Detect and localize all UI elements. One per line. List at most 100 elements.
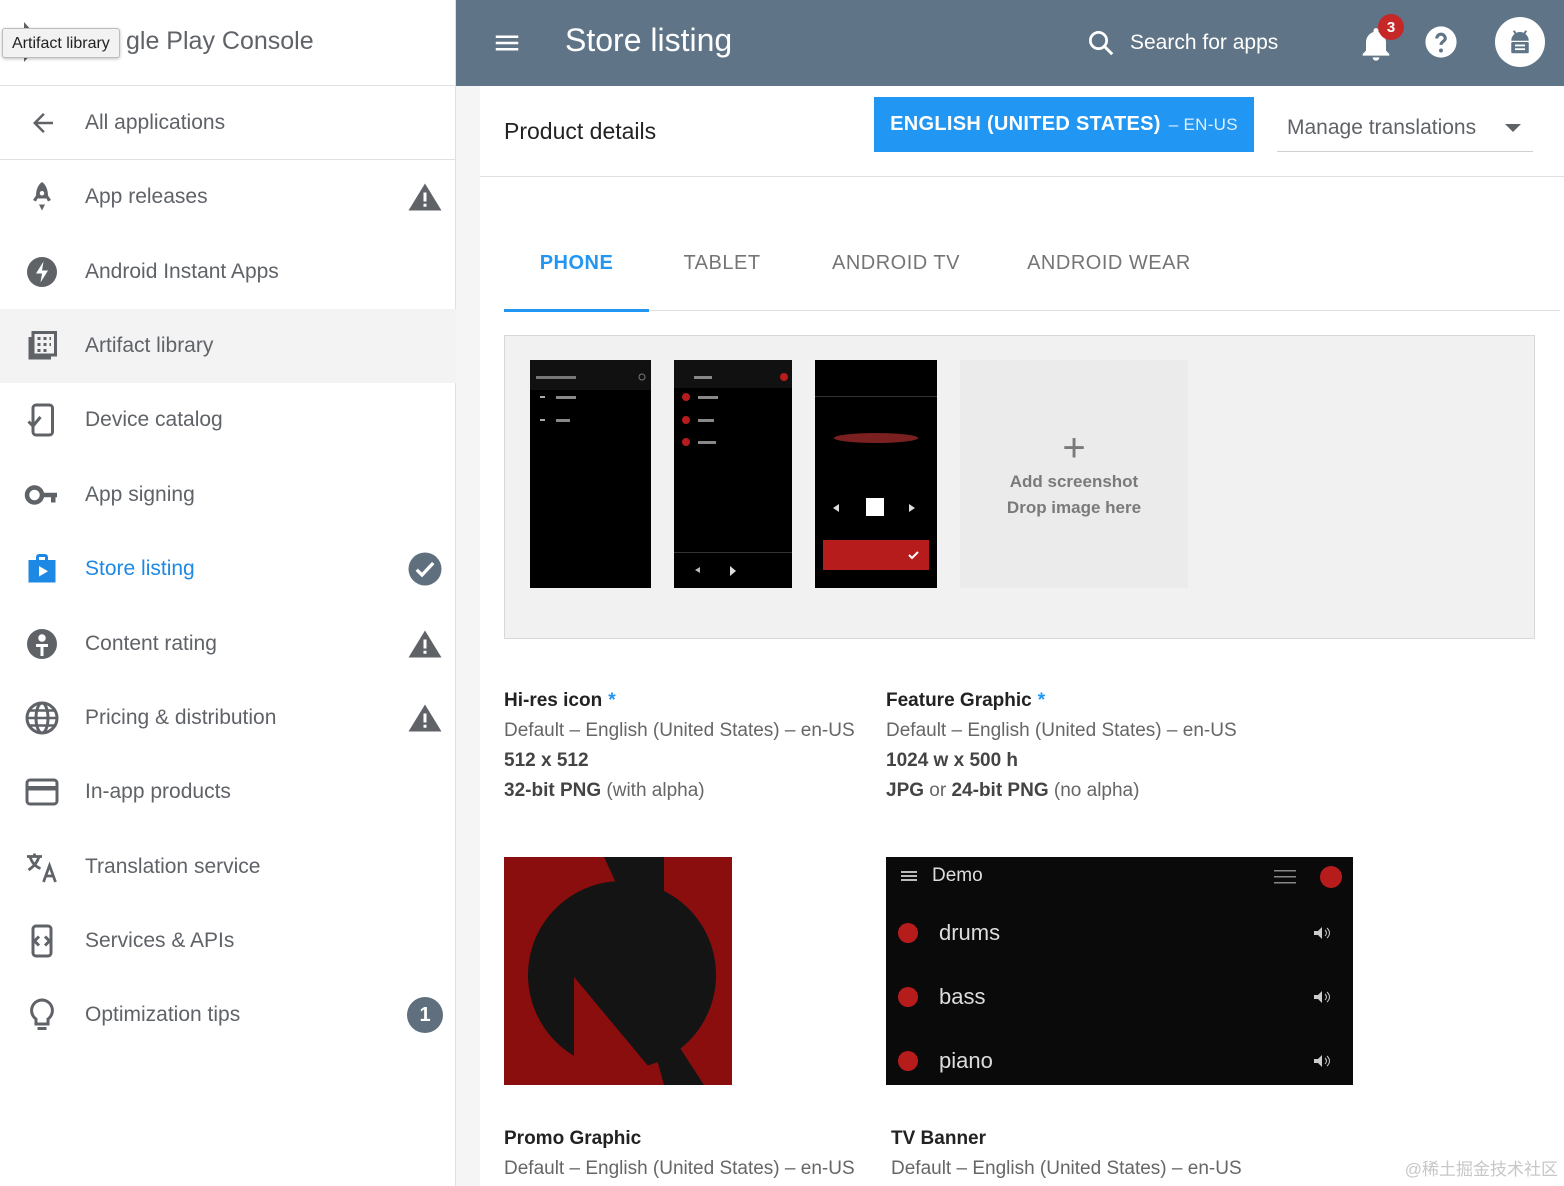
search-icon [1089, 31, 1114, 56]
store-icon [28, 554, 56, 583]
tv-banner-info: TV Banner Default – English (United Stat… [891, 1128, 1242, 1180]
sidebar-item-services-apis[interactable]: Services & APIs [0, 904, 456, 978]
sidebar-item-label: Android Instant Apps [85, 259, 279, 283]
api-icon [31, 924, 53, 958]
sidebar-item-artifact-library[interactable]: Artifact library [0, 308, 456, 384]
device-tabs: PHONE TABLET ANDROID TV ANDROID WEAR [504, 216, 1560, 312]
screenshot-thumbnail[interactable] [530, 360, 651, 588]
feature-app-title: Demo [932, 865, 983, 886]
all-applications-link[interactable]: All applications [0, 86, 456, 160]
menu-icon[interactable] [492, 28, 522, 58]
screenshot-thumbnail[interactable] [815, 360, 937, 588]
hires-icon-info: Hi-res icon * Default – English (United S… [504, 690, 855, 802]
android-icon [1511, 30, 1529, 54]
feature-graphic-title: Feature Graphic * [886, 690, 1046, 711]
list-item: piano [886, 1041, 1353, 1081]
menu-icon [901, 871, 917, 881]
sidebar-item-label: Store listing [85, 557, 195, 581]
tv-banner-default: Default – English (United States) – en-U… [891, 1158, 1242, 1179]
record-dot-icon [898, 987, 918, 1007]
warning-icon [408, 630, 442, 658]
language-button[interactable]: ENGLISH (UNITED STATES) – EN-US [874, 97, 1254, 152]
warning-icon [408, 183, 442, 211]
promo-graphic-default: Default – English (United States) – en-U… [504, 1158, 855, 1179]
tab-phone[interactable]: PHONE [504, 216, 649, 312]
sidebar-item-app-releases[interactable]: App releases [0, 160, 456, 234]
tab-android-wear[interactable]: ANDROID WEAR [1004, 216, 1214, 311]
check-circle-icon [408, 552, 442, 586]
hires-icon-image[interactable] [504, 857, 732, 1085]
help-icon[interactable] [1424, 25, 1458, 59]
record-dot-icon [898, 1051, 918, 1071]
section-title: Product details [504, 118, 657, 144]
page-title: Store listing [565, 22, 733, 58]
track-label: drums [939, 920, 1001, 945]
globe-icon [25, 701, 59, 735]
sidebar-item-pricing-distribution[interactable]: Pricing & distribution [0, 681, 456, 755]
tv-banner-title: TV Banner [891, 1128, 987, 1149]
divider [480, 176, 1564, 177]
bolt-icon [27, 256, 57, 287]
sidebar-item-content-rating[interactable]: Content rating [0, 606, 456, 680]
promo-graphic-info: Promo Graphic Default – English (United … [504, 1128, 855, 1180]
sidebar-nav: App releases Android Instant Apps Artifa… [0, 160, 456, 1053]
tab-android-tv[interactable]: ANDROID TV [804, 216, 988, 311]
language-label: ENGLISH (UNITED STATES) [890, 113, 1161, 135]
sidebar-item-label: App signing [85, 482, 195, 506]
feature-graphic-default: Default – English (United States) – en-U… [886, 720, 1237, 741]
top-app-bar: Store listing Search for apps 3 [456, 0, 1564, 86]
all-applications-label: All applications [85, 110, 226, 134]
product-details-card: Product details ENGLISH (UNITED STATES) … [480, 86, 1564, 1186]
sidebar-item-label: In-app products [85, 780, 231, 804]
caret-down-icon [1505, 124, 1521, 132]
sidebar-item-in-app-products[interactable]: In-app products [0, 755, 456, 829]
rocket-icon [33, 182, 51, 211]
sidebar-item-instant-apps[interactable]: Android Instant Apps [0, 234, 456, 308]
sidebar: gle Play Console Artifact library All ap… [0, 0, 456, 1186]
track-label: bass [939, 984, 986, 1009]
library-icon [28, 330, 57, 360]
sidebar-item-store-listing[interactable]: Store listing [0, 532, 456, 606]
feature-graphic-image[interactable]: Demo drums bass piano [886, 857, 1353, 1085]
language-code: – EN-US [1168, 114, 1238, 134]
hires-icon-format: 32-bit PNG (with alpha) [504, 780, 705, 801]
screenshot-image [530, 360, 651, 422]
add-screenshot-dropzone[interactable]: + Add screenshot Drop image here [960, 360, 1188, 588]
feature-graphic-info: Feature Graphic * Default – English (Unit… [886, 690, 1237, 802]
plus-icon: + [1062, 426, 1086, 470]
record-dot-icon [898, 923, 918, 943]
feature-graphic-size: 1024 w x 500 h [886, 750, 1019, 771]
sidebar-item-translation-service[interactable]: Translation service [0, 830, 456, 904]
account-avatar[interactable] [1495, 17, 1545, 67]
sidebar-item-label: Artifact library [85, 333, 214, 357]
drop-image-label: Drop image here [1006, 498, 1142, 517]
search-apps[interactable]: Search for apps [1086, 22, 1278, 64]
tips-count: 1 [407, 997, 443, 1034]
sidebar-item-label: Services & APIs [85, 929, 235, 953]
screenshot-image [674, 360, 792, 576]
sidebar-item-label: App releases [85, 185, 208, 209]
main-content: Product details ENGLISH (UNITED STATES) … [456, 86, 1564, 1186]
sidebar-item-label: Content rating [85, 631, 217, 655]
search-label: Search for apps [1130, 31, 1279, 54]
sidebar-item-device-catalog[interactable]: Device catalog [0, 383, 456, 457]
feature-graphic-format: JPG or 24-bit PNG (no alpha) [886, 780, 1140, 801]
manage-translations-dropdown[interactable]: Manage translations [1277, 104, 1533, 152]
sidebar-item-label: Device catalog [85, 408, 223, 432]
screenshot-image [815, 396, 937, 570]
screenshot-thumbnail[interactable] [674, 360, 792, 588]
sidebar-item-app-signing[interactable]: App signing [0, 458, 456, 532]
list-item: bass [886, 977, 1353, 1017]
sidebar-item-label: Pricing & distribution [85, 705, 277, 729]
watermark: @稀土掘金技术社区 [1404, 1160, 1558, 1179]
app-logo-image [504, 857, 732, 1085]
volume-icon [1314, 927, 1330, 939]
tooltip: Artifact library [2, 28, 120, 58]
sidebar-item-optimization-tips[interactable]: Optimization tips 1 [0, 978, 456, 1052]
brand-header: gle Play Console Artifact library [0, 0, 456, 86]
track-label: piano [939, 1048, 993, 1073]
notification-count-badge: 3 [1378, 14, 1404, 40]
record-icon [1320, 866, 1342, 888]
volume-icon [1314, 1055, 1330, 1067]
tab-tablet[interactable]: TABLET [654, 216, 790, 311]
